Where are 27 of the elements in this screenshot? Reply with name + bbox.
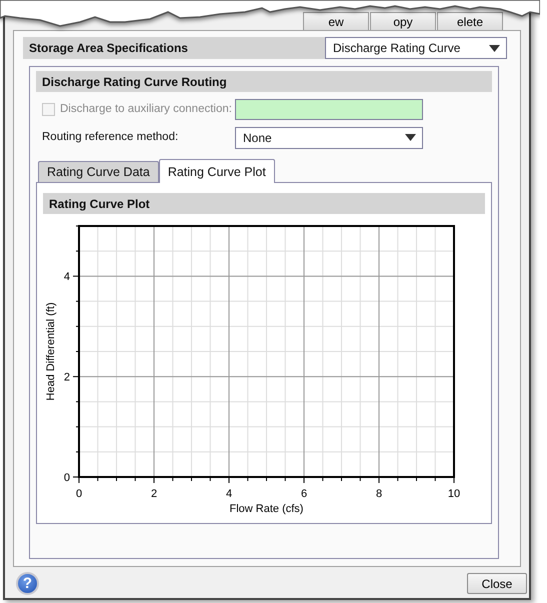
y-axis-title: Head Differential (ft) — [45, 302, 57, 401]
group-title: Discharge Rating Curve Routing — [42, 74, 227, 90]
plot-title: Rating Curve Plot — [49, 196, 150, 212]
y-tick-label: 0 — [64, 472, 70, 484]
x-tick-label: 10 — [448, 488, 460, 500]
x-tick-label: 0 — [76, 488, 82, 500]
close-button[interactable]: Close — [467, 573, 527, 594]
dropdown-arrow-icon — [405, 134, 416, 141]
x-tick-label: 4 — [226, 488, 232, 500]
checkbox-label: Discharge to auxiliary connection: — [60, 102, 232, 117]
mode-dropdown[interactable]: Discharge Rating Curve — [325, 37, 507, 59]
section-title: Storage Area Specifications — [29, 40, 188, 57]
reference-dropdown[interactable]: None — [235, 126, 423, 148]
x-tick-label: 2 — [150, 488, 158, 500]
x-tick-label: 6 — [300, 488, 308, 500]
toolbar-button[interactable]: elete — [437, 12, 503, 30]
y-tick-label: 2 — [64, 372, 70, 384]
dropdown-arrow-icon — [489, 44, 500, 52]
toolbar-button[interactable]: opy — [370, 12, 436, 30]
connection-field[interactable] — [235, 99, 423, 120]
tab[interactable]: Rating Curve Plot — [158, 159, 275, 183]
toolbar-button[interactable]: ew — [303, 12, 369, 30]
x-tick-label: 8 — [376, 488, 382, 500]
tab[interactable]: Rating Curve Data — [38, 161, 159, 182]
x-axis-title: Flow Rate (cfs) — [230, 503, 304, 515]
field-label: Routing reference method: — [42, 130, 178, 145]
y-tick-label: 4 — [64, 271, 70, 284]
